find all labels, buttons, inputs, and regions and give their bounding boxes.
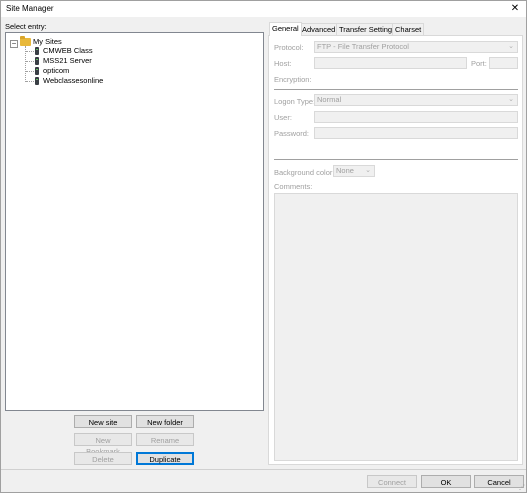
host-label: Host: (274, 59, 292, 68)
background-color-value: None (336, 166, 354, 175)
tab-charset[interactable]: Charset (392, 23, 425, 35)
tree-item-site[interactable]: CMWEB Class (43, 46, 93, 56)
cancel-button[interactable]: Cancel (474, 475, 524, 488)
logon-type-label: Logon Type: (274, 97, 316, 106)
new-site-button[interactable]: New site (74, 415, 132, 428)
close-icon[interactable]: ✕ (504, 1, 526, 17)
tree-connector (26, 51, 34, 52)
new-folder-button[interactable]: New folder (136, 415, 194, 428)
logon-type-select[interactable]: Normal ⌄ (314, 94, 518, 106)
tree-item-site[interactable]: opticom (43, 66, 69, 76)
folder-icon (20, 36, 31, 46)
tab-transfer-settings[interactable]: Transfer Settings (336, 23, 399, 35)
connect-button[interactable]: Connect (367, 475, 417, 488)
server-icon (35, 77, 39, 85)
bottom-divider (1, 469, 526, 470)
site-manager-window: Site Manager ✕ Select entry: − My Sites … (0, 0, 527, 493)
rename-button[interactable]: Rename (136, 433, 194, 446)
select-entry-label: Select entry: (5, 22, 47, 31)
tree-connector (26, 81, 34, 82)
user-input[interactable] (314, 111, 518, 123)
background-color-select[interactable]: None ⌄ (333, 165, 375, 177)
tree-connector (26, 61, 34, 62)
protocol-label: Protocol: (274, 43, 304, 52)
tree-connector (26, 71, 34, 72)
comments-label: Comments: (274, 182, 313, 191)
collapse-icon[interactable]: − (10, 40, 18, 48)
tab-general[interactable]: General (269, 22, 302, 36)
chevron-down-icon: ⌄ (508, 96, 514, 103)
divider (274, 89, 518, 90)
divider (274, 159, 518, 160)
password-label: Password: (274, 129, 310, 138)
ok-button[interactable]: OK (421, 475, 471, 488)
chevron-down-icon: ⌄ (508, 43, 514, 50)
tab-advanced[interactable]: Advanced (299, 23, 339, 35)
general-panel: Protocol: FTP - File Transfer Protocol ⌄… (268, 35, 523, 465)
duplicate-button[interactable]: Duplicate (136, 452, 194, 465)
delete-button[interactable]: Delete (74, 452, 132, 465)
window-title: Site Manager (6, 4, 54, 13)
logon-type-value: Normal (317, 95, 342, 104)
resize-grip-icon[interactable]: ⋰ (519, 485, 525, 491)
port-input[interactable] (489, 57, 518, 69)
protocol-select[interactable]: FTP - File Transfer Protocol ⌄ (314, 41, 518, 53)
tree-item-site[interactable]: Webclassesonline (43, 76, 103, 86)
chevron-down-icon: ⌄ (365, 167, 371, 174)
server-icon (35, 67, 39, 75)
tree-item-site[interactable]: MSS21 Server (43, 56, 92, 66)
port-label: Port: (471, 59, 487, 68)
background-color-label: Background color: (274, 168, 335, 177)
site-tree[interactable]: − My Sites CMWEB Class MSS21 Server opti… (5, 32, 264, 411)
server-icon (35, 57, 39, 65)
encryption-label: Encryption: (274, 75, 312, 84)
comments-textarea[interactable] (274, 193, 518, 461)
user-label: User: (274, 113, 292, 122)
password-input[interactable] (314, 127, 518, 139)
host-input[interactable] (314, 57, 467, 69)
server-icon (35, 47, 39, 55)
title-bar: Site Manager ✕ (1, 1, 526, 17)
protocol-value: FTP - File Transfer Protocol (317, 42, 409, 51)
new-bookmark-button[interactable]: New Bookmark (74, 433, 132, 456)
